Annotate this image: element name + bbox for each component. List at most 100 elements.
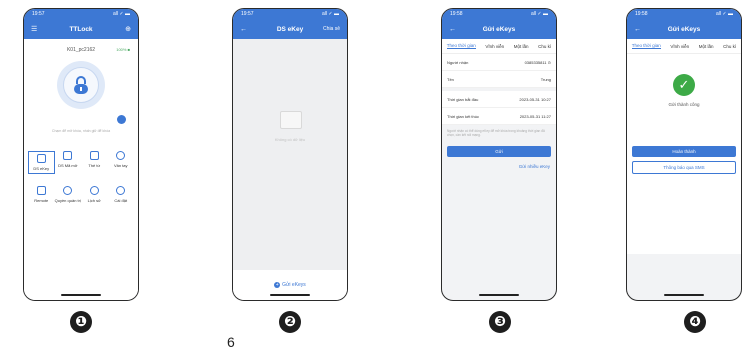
step-marker-4: ❹: [684, 311, 706, 333]
send-multiple-link[interactable]: Gửi nhiều eKey: [442, 161, 556, 172]
feature-remote[interactable]: Remote: [28, 186, 55, 203]
clock: 19:58: [450, 11, 463, 17]
add-icon[interactable]: ⊕: [113, 25, 131, 33]
field-label: Tên: [447, 76, 454, 82]
ekey-type-tabs: Theo thời gian Vĩnh viễn Một lần Chu kì: [627, 39, 741, 54]
status-bar: 19:58 all ✓ ▬: [442, 9, 556, 19]
clock: 19:57: [241, 11, 254, 17]
nav-bar: ← Gửi eKeys: [627, 19, 741, 39]
feature-admin[interactable]: Quyền quản trị: [55, 186, 82, 203]
field-value: Trung: [540, 76, 551, 82]
phone-screen-1: 19:57 all ✓ ▬ ☰ TTLock ⊕ K01_pc2162 100%…: [23, 8, 139, 301]
field-value: 0385335811 ⊙: [524, 59, 551, 65]
padlock-icon: [63, 67, 99, 103]
nav-bar: ← Gửi eKeys: [442, 19, 556, 39]
home-indicator: [270, 293, 310, 296]
nav-bar: ☰ TTLock ⊕: [24, 19, 138, 39]
tab-timed[interactable]: Theo thời gian: [446, 43, 476, 49]
app-title: TTLock: [69, 25, 93, 33]
feature-label: Cài đặt: [114, 198, 128, 203]
send-ekeys-label: Gửi eKeys: [282, 282, 306, 288]
feature-ekey-list[interactable]: DS eKey: [28, 151, 55, 174]
status-bar: 19:57 all ✓ ▬: [24, 9, 138, 19]
status-bar: 19:58 all ✓ ▬: [627, 9, 741, 19]
tab-permanent[interactable]: Vĩnh viễn: [670, 44, 689, 49]
field-value: 2023-05-31 10:27: [519, 96, 551, 102]
success-text: Gửi thành công: [668, 102, 700, 107]
phone-screen-4: 19:58 all ✓ ▬ ← Gửi eKeys Theo thời gian…: [626, 8, 742, 301]
history-icon: [89, 186, 99, 195]
unlock-button[interactable]: [57, 61, 105, 109]
feature-card[interactable]: Thẻ từ: [81, 151, 108, 174]
done-button[interactable]: Hoàn thành: [632, 146, 736, 157]
feature-fingerprint[interactable]: Vân tay: [108, 151, 135, 174]
field-label: Người nhận: [447, 59, 469, 65]
screen-title: Gửi eKeys: [482, 25, 516, 33]
name-field[interactable]: Tên Trung: [442, 71, 556, 88]
passcode-icon: [63, 151, 73, 160]
lock-settings-icon[interactable]: [117, 115, 126, 124]
feature-label: Remote: [34, 198, 49, 203]
tab-recurring[interactable]: Chu kì: [723, 44, 736, 49]
empty-box-icon: [280, 111, 302, 129]
status-icons: all ✓ ▬: [113, 11, 130, 17]
feature-label: Vân tay: [113, 163, 128, 168]
remote-icon: [36, 186, 46, 195]
clock: 19:57: [32, 11, 45, 17]
tab-recurring[interactable]: Chu kì: [538, 44, 551, 49]
home-indicator: [61, 293, 101, 296]
feature-label: DS eKey: [33, 166, 50, 171]
nav-bar: ← DS eKey Chia sẻ: [233, 19, 347, 39]
feature-label: Thẻ từ: [88, 163, 101, 168]
home-indicator: [664, 293, 704, 296]
step-marker-3: ❸: [489, 311, 511, 333]
feature-settings[interactable]: Cài đặt: [108, 186, 135, 203]
recipient-field[interactable]: Người nhận 0385335811 ⊙: [442, 54, 556, 71]
menu-icon[interactable]: ☰: [31, 25, 49, 33]
tab-one-time[interactable]: Một lần: [514, 44, 529, 49]
send-button[interactable]: Gửi: [447, 145, 551, 157]
status-bar: 19:57 all ✓ ▬: [233, 9, 347, 19]
success-panel: ✓ Gửi thành công Hoàn thành Thông báo qu…: [627, 54, 741, 254]
feature-label: Quyền quản trị: [54, 198, 81, 203]
phone-screen-2: 19:57 all ✓ ▬ ← DS eKey Chia sẻ Không có…: [232, 8, 348, 301]
back-icon[interactable]: ←: [449, 26, 467, 33]
key-icon: [36, 154, 46, 163]
sms-notify-button[interactable]: Thông báo qua SMS: [632, 161, 736, 174]
field-label: Thời gian bắt đầu: [447, 96, 479, 102]
plus-icon: +: [274, 282, 281, 288]
tab-permanent[interactable]: Vĩnh viễn: [485, 44, 504, 49]
feature-grid: DS eKey DS Mã mở Thẻ từ Vân tay Remote Q…: [28, 151, 134, 203]
feature-passcode-list[interactable]: DS Mã mở: [55, 151, 82, 174]
screen-title: DS eKey: [276, 25, 304, 33]
feature-history[interactable]: Lịch sử: [81, 186, 108, 203]
step-marker-2: ❷: [279, 311, 301, 333]
feature-label: DS Mã mở: [58, 163, 78, 168]
page-number: 6: [227, 334, 235, 350]
card-icon: [89, 151, 99, 160]
phone-screen-3: 19:58 all ✓ ▬ ← Gửi eKeys Theo thời gian…: [441, 8, 557, 301]
check-icon: ✓: [673, 74, 695, 96]
fingerprint-icon: [116, 151, 126, 160]
lock-home: K01_pc2162 100% ■ Chạm để mở khóa, nhấn …: [24, 39, 138, 300]
back-icon[interactable]: ←: [634, 26, 652, 33]
tab-one-time[interactable]: Một lần: [699, 44, 714, 49]
tab-timed[interactable]: Theo thời gian: [631, 43, 661, 49]
end-time-field[interactable]: Thời gian kết thúc 2023-05-31 11:27: [442, 108, 556, 125]
back-icon[interactable]: ←: [240, 26, 258, 33]
admin-icon: [63, 186, 73, 195]
home-indicator: [479, 293, 519, 296]
unlock-hint: Chạm để mở khóa, nhấn giữ để khóa: [51, 129, 111, 133]
clock: 19:58: [635, 11, 648, 17]
start-time-field[interactable]: Thời gian bắt đầu 2023-05-31 10:27: [442, 91, 556, 108]
status-icons: all ✓ ▬: [716, 11, 733, 17]
empty-text: Không có dữ liệu: [274, 137, 306, 142]
feature-label: Lịch sử: [87, 198, 101, 203]
field-label: Thời gian kết thúc: [447, 113, 479, 119]
ekey-type-tabs: Theo thời gian Vĩnh viễn Một lần Chu kì: [442, 39, 556, 54]
settings-icon: [116, 186, 126, 195]
field-value: 2023-05-31 11:27: [519, 113, 551, 119]
share-button[interactable]: Chia sẻ: [322, 26, 340, 32]
battery-indicator: 100% ■: [116, 47, 130, 52]
ekey-note: Người nhận có thể dùng eKey để mở khóa t…: [447, 129, 545, 138]
